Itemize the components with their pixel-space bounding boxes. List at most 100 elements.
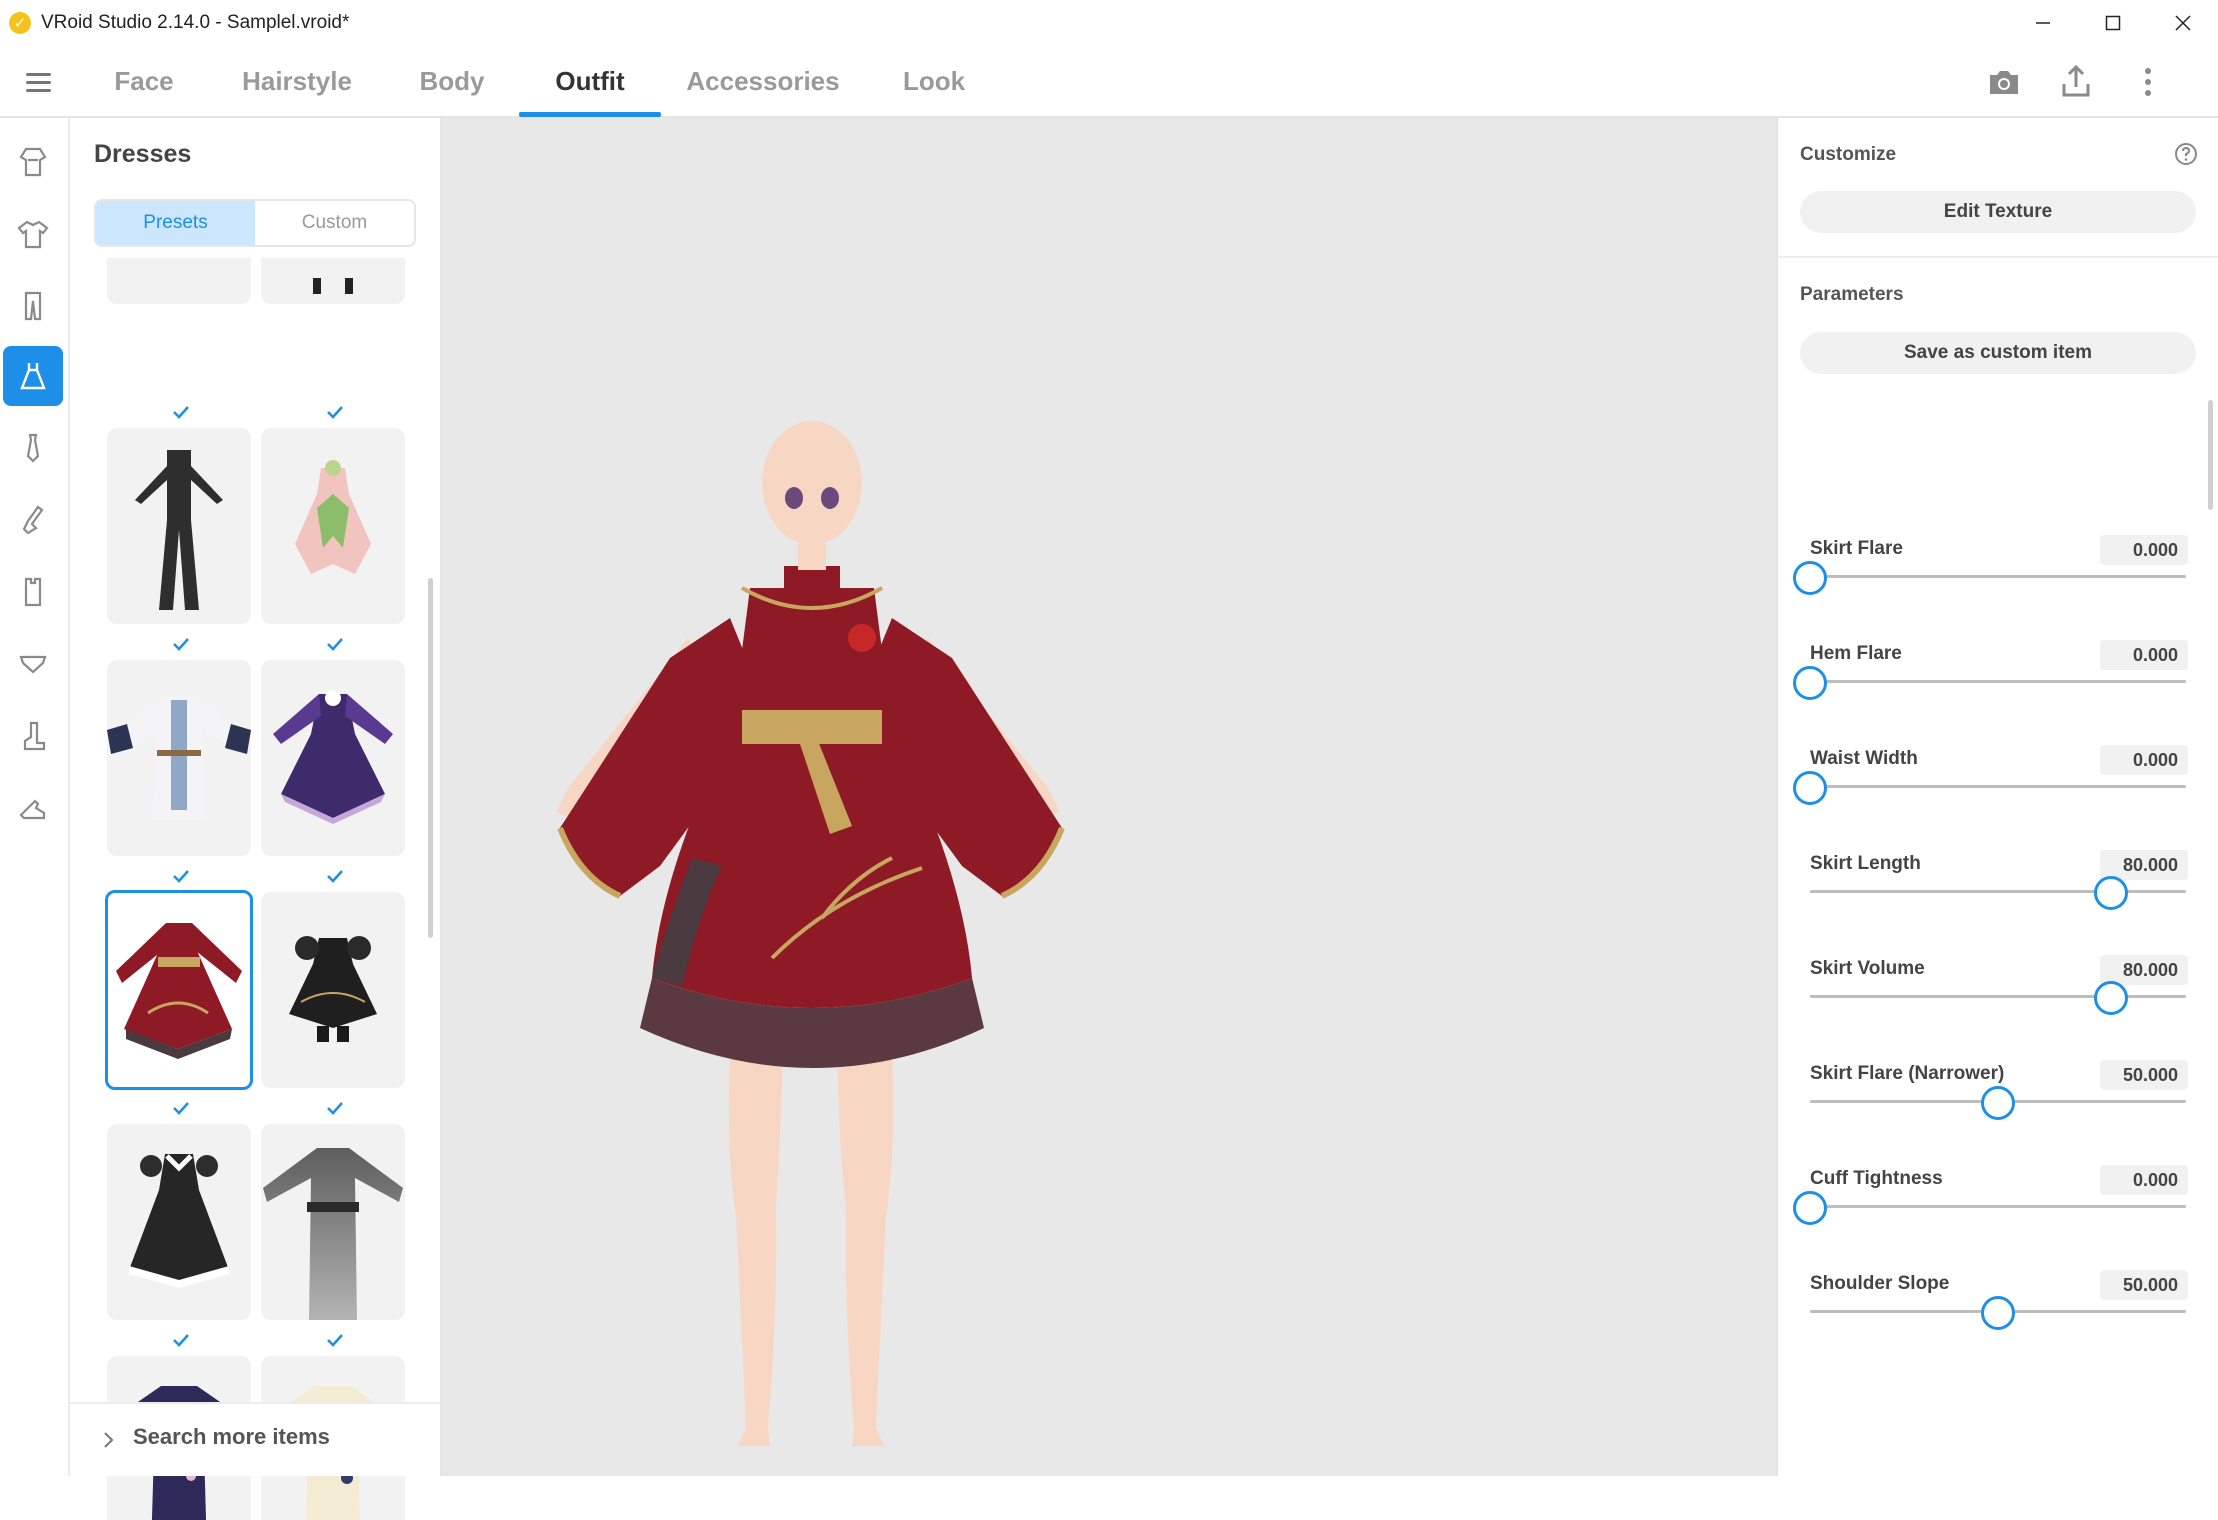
rail-underwear[interactable] (3, 634, 63, 694)
slider-knob[interactable] (1793, 666, 1827, 700)
param-value-input[interactable]: 50.000 (2100, 1060, 2188, 1090)
check-icon (173, 870, 189, 883)
tie-icon (26, 433, 40, 463)
check-icon (327, 1334, 343, 1347)
item-gray-long-robe[interactable] (261, 1124, 405, 1320)
rail-bottoms[interactable] (3, 276, 63, 336)
3d-viewport[interactable] (442, 118, 1776, 1476)
slider-knob[interactable] (1793, 1191, 1827, 1225)
slider-knob[interactable] (1793, 561, 1827, 595)
customize-panel: Customize Edit Texture Parameters Save a… (1776, 118, 2218, 1476)
check-icon (327, 406, 343, 419)
item-preview-image (135, 450, 223, 610)
minimize-button[interactable] (2008, 0, 2078, 46)
param-value-input[interactable]: 0.000 (2100, 1165, 2188, 1195)
item-preview-image (313, 278, 353, 294)
slider-track[interactable] (1810, 890, 2186, 893)
search-more-items-button[interactable]: Search more items (70, 1402, 440, 1476)
top-navigation: Face Hairstyle Body Outfit Accessories L… (0, 46, 2218, 118)
slider-track[interactable] (1810, 575, 2186, 578)
rail-tops[interactable] (3, 204, 63, 264)
tab-outfit[interactable]: Outfit (519, 46, 661, 118)
presets-tab[interactable]: Presets (96, 201, 255, 245)
rail-shoes[interactable] (3, 778, 63, 838)
panel-scrollbar[interactable] (428, 578, 433, 938)
category-rail (0, 118, 70, 1476)
slider-knob[interactable] (2093, 876, 2128, 910)
item-pink-green-fairy-dress[interactable] (261, 428, 405, 624)
check-icon (173, 638, 189, 651)
param-label: Hem Flare (1810, 643, 1902, 664)
more-vertical-icon[interactable] (2128, 62, 2168, 102)
param-cuff-tightness: Cuff Tightness 0.000 (1778, 1165, 2218, 1273)
rail-gloves[interactable] (3, 490, 63, 550)
param-label: Skirt Flare (1810, 538, 1903, 559)
item-black-puff-sleeve-dress[interactable] (261, 892, 405, 1088)
item-white-blue-coat-dress[interactable] (107, 660, 251, 856)
rail-dresses[interactable] (3, 346, 63, 406)
gloves-icon (22, 505, 44, 535)
save-custom-item-button[interactable]: Save as custom item (1800, 332, 2196, 374)
check-icon (327, 638, 343, 651)
rail-costume-set[interactable] (3, 132, 63, 192)
slider-knob[interactable] (1981, 1086, 2015, 1120)
tab-accessories[interactable]: Accessories (680, 46, 846, 118)
custom-tab[interactable]: Custom (255, 201, 414, 245)
param-label: Shoulder Slope (1810, 1273, 1950, 1294)
item-preview-image (116, 923, 242, 1059)
item-panel: Dresses Presets Custom Search more items (70, 118, 442, 1520)
maximize-icon (2105, 15, 2121, 31)
help-icon[interactable] (2174, 142, 2198, 166)
window-controls (2008, 0, 2218, 46)
tab-look[interactable]: Look (880, 46, 988, 118)
item-black-mecha-bodysuit[interactable] (107, 428, 251, 624)
param-shoulder-slope: Shoulder Slope 50.000 (1778, 1270, 2218, 1378)
slider-track[interactable] (1810, 785, 2186, 788)
check-icon (173, 1334, 189, 1347)
item-purple-lolita-dress[interactable] (261, 660, 405, 856)
edit-texture-button[interactable]: Edit Texture (1800, 191, 2196, 233)
slider-knob[interactable] (2093, 981, 2128, 1015)
tab-face[interactable]: Face (96, 46, 192, 118)
camera-icon[interactable] (1984, 62, 2024, 102)
check-icon (327, 1102, 343, 1115)
avatar-model (556, 421, 1065, 1446)
item-red-qipao-lolita-dress[interactable] (105, 890, 253, 1090)
param-value-input[interactable]: 0.000 (2100, 745, 2188, 775)
item-thumb-partial-1[interactable] (107, 258, 251, 304)
param-skirt-flare: Skirt Flare 0.000 (1778, 535, 2218, 643)
item-thumb-partial-2[interactable] (261, 258, 405, 304)
item-preview-image (273, 690, 393, 824)
slider-knob[interactable] (1981, 1296, 2015, 1330)
bottoms-icon (24, 291, 42, 321)
slider-knob[interactable] (1793, 771, 1827, 805)
param-value-input[interactable]: 50.000 (2100, 1270, 2188, 1300)
search-more-label: Search more items (133, 1424, 330, 1449)
hamburger-menu-button[interactable] (22, 68, 56, 98)
tab-hairstyle[interactable]: Hairstyle (228, 46, 366, 118)
maximize-button[interactable] (2078, 0, 2148, 46)
tab-body[interactable]: Body (402, 46, 502, 118)
item-preview-image (129, 1154, 229, 1288)
dress-icon (20, 363, 46, 390)
section-divider (1778, 256, 2218, 258)
check-icon (173, 406, 189, 419)
slider-track[interactable] (1810, 1205, 2186, 1208)
presets-custom-toggle: Presets Custom (94, 199, 416, 247)
rail-socks[interactable] (3, 562, 63, 622)
param-label: Skirt Length (1810, 853, 1921, 874)
item-black-maid-dress[interactable] (107, 1124, 251, 1320)
param-value-input[interactable]: 0.000 (2100, 535, 2188, 565)
slider-track[interactable] (1810, 680, 2186, 683)
param-value-input[interactable]: 0.000 (2100, 640, 2188, 670)
parameters-scrollbar[interactable] (2208, 400, 2213, 510)
slider-track[interactable] (1810, 995, 2186, 998)
export-icon[interactable] (2056, 62, 2096, 102)
param-waist-width: Waist Width 0.000 (1778, 745, 2218, 853)
rail-ties[interactable] (3, 418, 63, 478)
param-skirt-flare-narrower: Skirt Flare (Narrower) 50.000 (1778, 1060, 2218, 1168)
rail-boots[interactable] (3, 706, 63, 766)
param-label: Skirt Flare (Narrower) (1810, 1063, 2005, 1084)
close-button[interactable] (2148, 0, 2218, 46)
item-preview-image (107, 696, 251, 820)
